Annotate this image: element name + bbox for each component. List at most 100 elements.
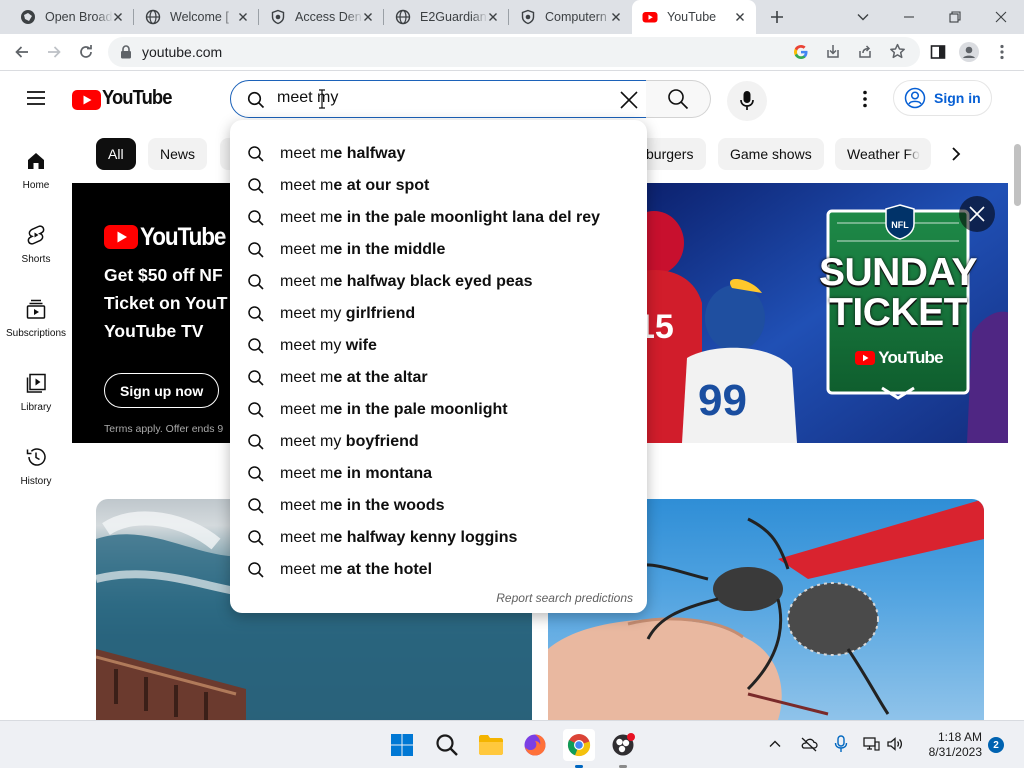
tab-welcome[interactable]: Welcome [ <box>135 0 259 34</box>
chip-weather[interactable]: Weather Fo <box>835 138 931 170</box>
search-suggestion-item[interactable]: meet me in the pale moonlight lana del r… <box>230 202 647 234</box>
microphone-icon <box>834 735 848 752</box>
tab-computer[interactable]: Computern <box>510 0 632 34</box>
search-icon <box>248 434 264 450</box>
close-banner-button[interactable] <box>959 196 995 232</box>
search-suggestion-item[interactable]: meet me halfway kenny loggins <box>230 522 647 554</box>
show-hidden-icons-button[interactable] <box>768 737 782 751</box>
sidebar-item-subscriptions[interactable]: Subscriptions <box>0 291 72 363</box>
search-suggestion-item[interactable]: meet me at the hotel <box>230 554 647 586</box>
guide-button[interactable] <box>26 90 46 106</box>
scrollbar-thumb[interactable] <box>1014 144 1021 206</box>
tab-search-button[interactable] <box>840 0 886 34</box>
report-search-predictions-link[interactable]: Report search predictions <box>496 591 633 605</box>
forward-button[interactable] <box>44 42 64 62</box>
page-scrollbar[interactable] <box>1012 142 1024 720</box>
search-suggestion-item[interactable]: meet me at the altar <box>230 362 647 394</box>
close-tab-icon[interactable] <box>360 9 376 25</box>
chip-game-shows[interactable]: Game shows <box>718 138 824 170</box>
chevron-right-icon <box>952 147 961 161</box>
chips-next-button[interactable] <box>940 138 972 170</box>
clear-search-icon[interactable] <box>619 90 639 110</box>
search-suggestion-item[interactable]: meet me in montana <box>230 458 647 490</box>
taskbar-search-button[interactable] <box>431 729 463 761</box>
firefox-button[interactable] <box>519 729 551 761</box>
tab-open-broad[interactable]: Open Broad <box>10 0 134 34</box>
suggestion-prefix: meet m <box>280 561 334 578</box>
tab-e2guardian[interactable]: E2Guardian <box>385 0 509 34</box>
clock-time: 1:18 AM <box>937 730 982 744</box>
search-suggestion-item[interactable]: meet me halfway <box>230 138 647 170</box>
new-tab-button[interactable] <box>760 0 794 34</box>
start-button[interactable] <box>386 729 418 761</box>
search-icon <box>668 89 689 110</box>
tab-youtube-active[interactable]: YouTube <box>632 0 756 34</box>
obs-button[interactable] <box>607 729 639 768</box>
search-suggestion-item[interactable]: meet me halfway black eyed peas <box>230 266 647 298</box>
url-text: youtube.com <box>142 44 223 60</box>
search-suggestion-item[interactable]: meet my girlfriend <box>230 298 647 330</box>
youtube-play-logo-icon <box>104 225 138 249</box>
settings-menu-button[interactable] <box>855 90 875 110</box>
bookmark-star-icon[interactable] <box>889 43 906 60</box>
search-icon <box>248 402 264 418</box>
side-panel-button[interactable] <box>928 42 948 62</box>
share-icon[interactable] <box>857 44 873 60</box>
taskbar-clock[interactable]: 1:18 AM 8/31/2023 <box>916 730 982 760</box>
sunday-ticket-title: SUNDAY TICKET <box>798 253 998 333</box>
search-suggestion-item[interactable]: meet me in the middle <box>230 234 647 266</box>
sidebar-item-library[interactable]: Library <box>0 365 72 437</box>
sidebar-item-shorts[interactable]: Shorts <box>0 217 72 289</box>
close-window-button[interactable] <box>978 0 1024 34</box>
suggestion-prefix: meet m <box>280 177 334 194</box>
onedrive-button[interactable] <box>800 736 818 752</box>
minimize-button[interactable] <box>886 0 932 34</box>
sidebar-item-label: Library <box>20 402 52 413</box>
file-explorer-button[interactable] <box>475 729 507 761</box>
sign-in-button[interactable]: Sign in <box>893 80 992 116</box>
chip-news[interactable]: News <box>148 138 208 170</box>
close-tab-icon[interactable] <box>110 9 126 25</box>
close-tab-icon[interactable] <box>485 9 501 25</box>
chip-all[interactable]: All <box>96 138 136 170</box>
search-suggestion-item[interactable]: meet me in the pale moonlight <box>230 394 647 426</box>
close-tab-icon[interactable] <box>235 9 251 25</box>
sidebar-item-home[interactable]: Home <box>0 143 72 215</box>
volume-button[interactable] <box>886 736 904 752</box>
art-youtube-brand: YouTube <box>845 345 953 371</box>
arrow-right-icon <box>48 46 61 58</box>
browser-menu-button[interactable] <box>992 42 1012 62</box>
search-suggestion-item[interactable]: meet my boyfriend <box>230 426 647 458</box>
search-suggestion-item[interactable]: meet my wife <box>230 330 647 362</box>
close-tab-icon[interactable] <box>732 9 748 25</box>
network-button[interactable] <box>862 736 880 752</box>
microphone-tray-button[interactable] <box>834 735 848 753</box>
profile-button[interactable] <box>958 42 980 62</box>
tab-access-denied[interactable]: Access Den <box>260 0 384 34</box>
suggestion-completion: e halfway black eyed peas <box>333 273 533 290</box>
back-button[interactable] <box>12 42 32 62</box>
restore-button[interactable] <box>932 0 978 34</box>
search-suggestion-item[interactable]: meet me at our spot <box>230 170 647 202</box>
chevron-down-icon <box>857 14 869 21</box>
account-circle-icon <box>904 87 926 109</box>
search-suggestion-item[interactable]: meet me in the woods <box>230 490 647 522</box>
lock-icon[interactable] <box>120 45 132 59</box>
notification-count-badge[interactable]: 2 <box>988 737 1004 753</box>
address-bar[interactable]: youtube.com <box>108 37 920 67</box>
globe-dark-icon <box>21 10 35 24</box>
tab-separator <box>133 9 134 25</box>
search-box[interactable] <box>230 80 647 118</box>
sign-up-now-button[interactable]: Sign up now <box>104 373 220 408</box>
google-icon[interactable] <box>793 44 809 60</box>
windows-logo-icon <box>391 734 413 756</box>
close-tab-icon[interactable] <box>608 9 624 25</box>
reload-button[interactable] <box>76 42 96 62</box>
install-app-icon[interactable] <box>825 44 841 60</box>
youtube-logo[interactable]: YouTube <box>72 87 172 112</box>
search-button[interactable] <box>646 80 711 118</box>
sidebar-item-history[interactable]: History <box>0 439 72 511</box>
tab-separator <box>508 9 509 25</box>
voice-search-button[interactable] <box>727 81 767 121</box>
chrome-button[interactable] <box>563 729 595 768</box>
